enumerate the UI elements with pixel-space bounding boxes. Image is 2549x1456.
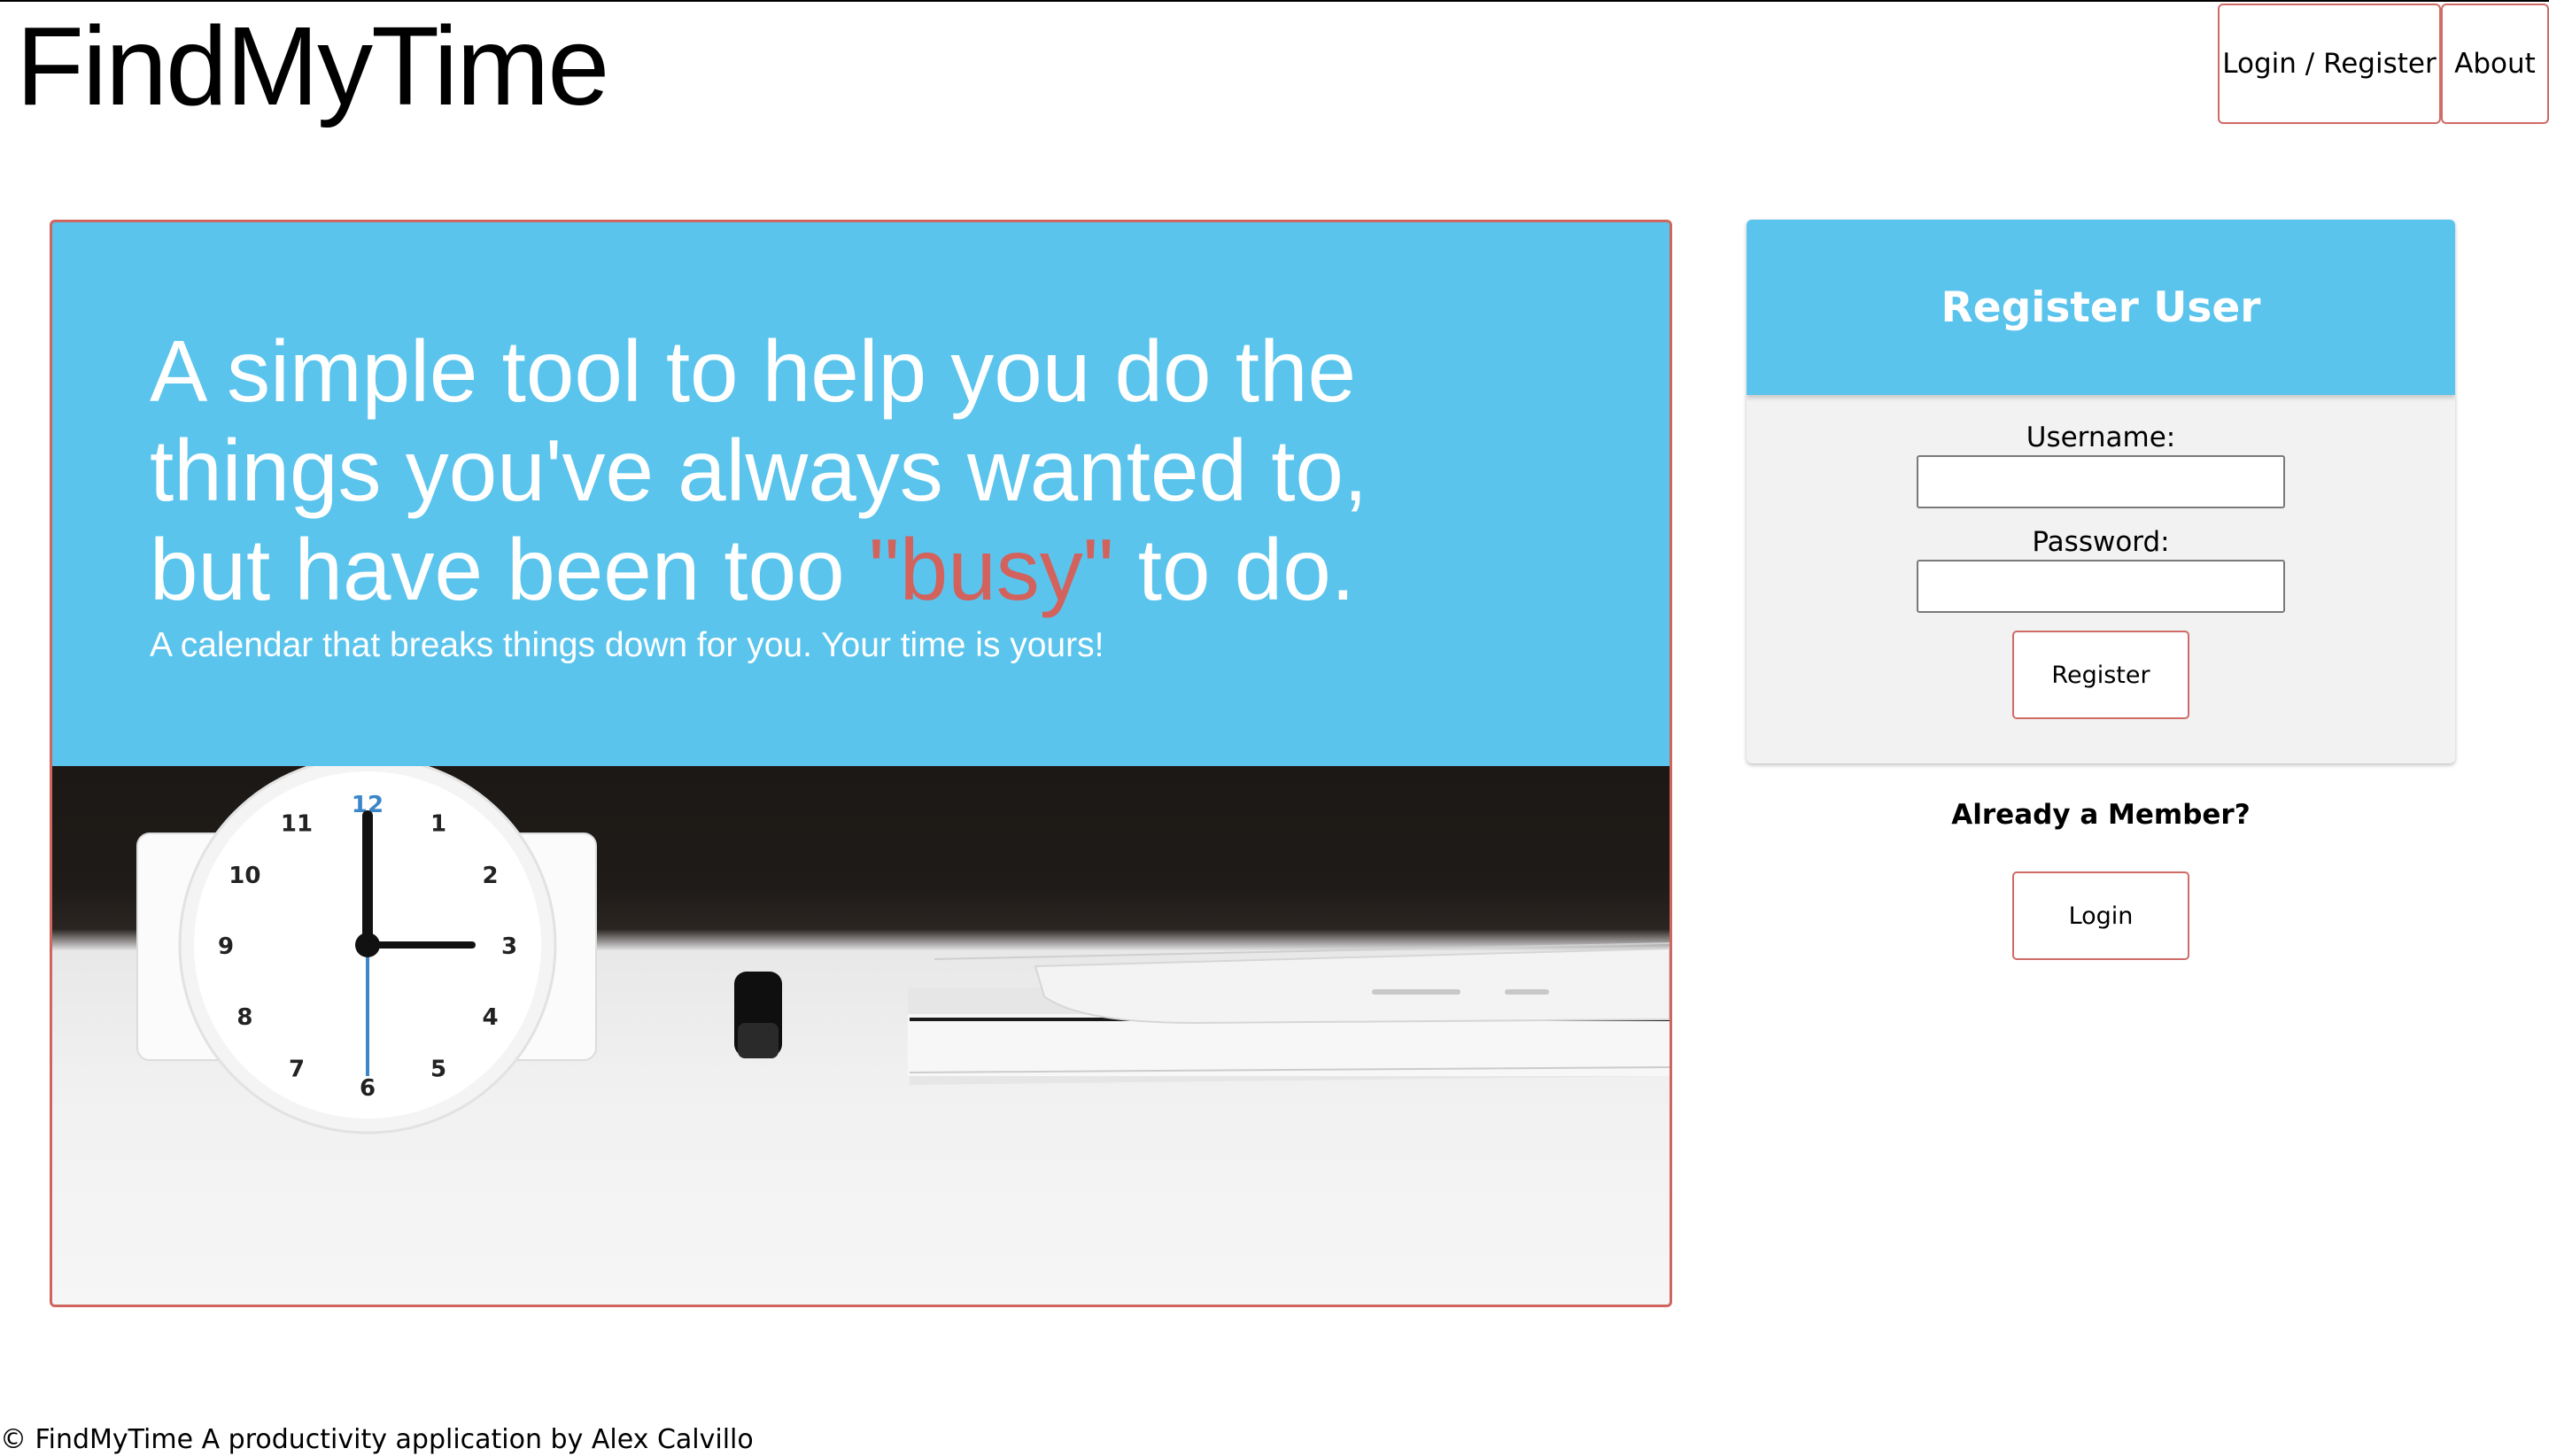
register-card: Register User Username: Password: Regist… [1747,220,2455,763]
register-card-header: Register User [1747,220,2455,395]
hero-headline-line-1: A simple tool to help you do the [150,322,1356,420]
hero-text-area: A simple tool to help you do the things … [52,222,1670,766]
nav-login-register-button[interactable]: Login / Register [2218,4,2441,124]
register-button[interactable]: Register [2012,631,2189,719]
password-label: Password: [2032,526,2170,558]
hero-desk-photo: 12 1 2 3 4 5 6 7 8 9 10 11 [52,766,1670,1305]
brand-logo: FindMyTime [16,4,609,128]
login-button[interactable]: Login [2012,871,2189,960]
password-input[interactable] [1917,560,2285,613]
clock-numeral-4: 4 [483,1004,499,1031]
clock-numeral-9: 9 [218,933,234,960]
hero-headline-highlight: "busy" [868,521,1114,618]
hero-headline-line-3-start: but have been too [150,521,869,618]
desk-illustration: 121234567891011 [136,766,1670,1135]
clock-numeral-8: 8 [236,1004,252,1031]
clock-numeral-11: 11 [281,810,313,837]
already-member-label: Already a Member? [1951,799,2251,831]
hero-headline-line-3-end: to do. [1113,521,1355,618]
register-title: Register User [1941,283,2261,332]
hero-headline: A simple tool to help you do the things … [150,321,1531,619]
clock-numeral-10: 10 [229,863,260,889]
username-input[interactable] [1917,455,2285,508]
clock-numeral-1: 1 [430,810,446,837]
clock-numeral-6: 6 [360,1075,376,1102]
clock-numeral-2: 2 [483,863,499,889]
clock-center [355,933,380,957]
tablet [1034,947,1670,1025]
pen-clip [738,1023,779,1058]
footer-text: © FindMyTime A productivity application … [0,1424,754,1455]
username-label: Username: [2026,422,2176,453]
hero-headline-line-2: things you've always wanted to, [150,422,1368,519]
hero-panel: A simple tool to help you do the things … [50,220,1672,1307]
clock-numeral-3: 3 [501,933,517,960]
nav-about-button[interactable]: About [2441,4,2549,124]
clock-numeral-5: 5 [430,1057,446,1083]
notebook [908,1014,1670,1076]
clock-numeral-7: 7 [289,1057,305,1083]
hero-subtitle: A calendar that breaks things down for y… [150,626,1104,664]
